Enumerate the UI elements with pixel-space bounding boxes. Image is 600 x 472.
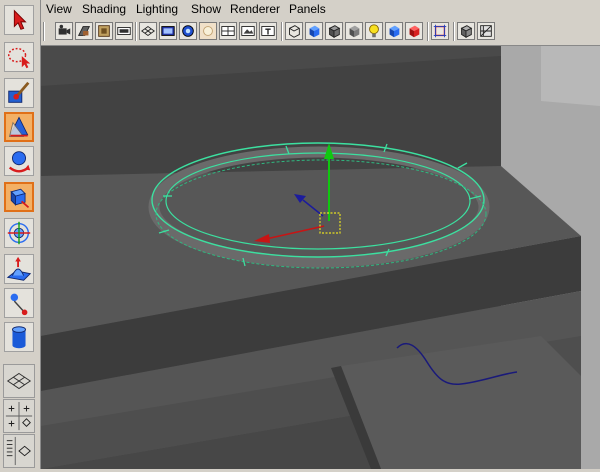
smooth-shade-all-icon bbox=[309, 25, 320, 38]
soft-modification-icon bbox=[6, 256, 32, 281]
rotate-tool-button[interactable] bbox=[4, 146, 34, 176]
use-default-material-button[interactable] bbox=[345, 22, 363, 40]
safe-title-button[interactable] bbox=[259, 22, 277, 40]
gate-mask-button[interactable] bbox=[199, 22, 217, 40]
toolbar-separator bbox=[427, 22, 429, 41]
bookmark-button[interactable] bbox=[95, 22, 113, 40]
background-wall-upper bbox=[541, 46, 600, 106]
wireframe-button[interactable] bbox=[285, 22, 303, 40]
toolbox bbox=[0, 0, 41, 469]
wireframe-icon bbox=[289, 25, 300, 38]
single-pane-layout-button[interactable] bbox=[3, 364, 35, 398]
single-pane-layout-icon bbox=[6, 372, 32, 390]
textured-icon bbox=[409, 25, 420, 38]
select-camera-button[interactable] bbox=[55, 22, 73, 40]
soft-modification-button[interactable] bbox=[4, 254, 34, 284]
xray-button[interactable] bbox=[457, 22, 475, 40]
film-gate-button[interactable] bbox=[159, 22, 177, 40]
toolbar-separator bbox=[135, 22, 137, 41]
gate-mask-icon bbox=[200, 23, 216, 39]
toolbar-separator bbox=[281, 22, 283, 41]
grid-icon bbox=[141, 26, 155, 36]
film-gate-icon bbox=[161, 26, 175, 36]
rotate-tool-icon bbox=[8, 151, 31, 173]
textured-button[interactable] bbox=[405, 22, 423, 40]
universal-manipulator-icon bbox=[7, 221, 31, 245]
universal-manipulator-button[interactable] bbox=[4, 218, 34, 248]
menu-shading[interactable]: Shading bbox=[82, 2, 126, 17]
resolution-gate-icon bbox=[182, 25, 194, 37]
xray-joints-icon bbox=[480, 25, 492, 37]
xray-joints-button[interactable] bbox=[477, 22, 495, 40]
lasso-select-icon bbox=[7, 47, 31, 69]
four-pane-layout-icon bbox=[5, 401, 33, 431]
move-tool-icon bbox=[8, 116, 29, 137]
panel-menu-bar: View Shading Lighting Show Renderer Pane… bbox=[41, 0, 600, 19]
select-tool-button[interactable] bbox=[4, 5, 34, 35]
show-manipulator-icon bbox=[10, 293, 28, 316]
grid-button[interactable] bbox=[139, 22, 157, 40]
safe-action-icon bbox=[241, 26, 255, 36]
camera-attributes-icon bbox=[77, 26, 91, 36]
xray-icon bbox=[460, 25, 473, 39]
safe-action-button[interactable] bbox=[239, 22, 257, 40]
use-all-lights-icon bbox=[369, 24, 379, 38]
last-tool-cylinder-icon bbox=[12, 326, 26, 349]
shadows-icon bbox=[389, 25, 400, 38]
image-plane-button[interactable] bbox=[115, 22, 133, 40]
select-arrow-icon bbox=[13, 9, 27, 30]
outliner-persp-layout-icon bbox=[6, 436, 31, 466]
lasso-tool-button[interactable] bbox=[4, 42, 34, 72]
panel-toolbar bbox=[41, 19, 600, 46]
shadows-button[interactable] bbox=[385, 22, 403, 40]
select-camera-icon bbox=[58, 24, 71, 35]
use-default-material-icon bbox=[349, 25, 360, 38]
wireframe-on-shaded-icon bbox=[328, 25, 341, 39]
menu-lighting[interactable]: Lighting bbox=[136, 2, 178, 17]
menu-panels[interactable]: Panels bbox=[289, 2, 326, 17]
isolate-select-button[interactable] bbox=[431, 22, 449, 40]
menu-show[interactable]: Show bbox=[191, 2, 221, 17]
four-pane-layout-button[interactable] bbox=[3, 399, 35, 433]
show-manipulator-button[interactable] bbox=[4, 288, 34, 318]
last-used-tool-button[interactable] bbox=[4, 322, 34, 352]
scene-canvas bbox=[41, 46, 600, 469]
scale-tool-button[interactable] bbox=[4, 182, 34, 212]
isolate-select-icon bbox=[433, 24, 447, 38]
paint-select-tool-button[interactable] bbox=[4, 78, 34, 108]
perspective-viewport[interactable] bbox=[41, 46, 600, 469]
outliner-persp-layout-button[interactable] bbox=[3, 434, 35, 468]
menu-view[interactable]: View bbox=[46, 2, 72, 17]
paint-select-icon bbox=[8, 81, 30, 103]
field-chart-button[interactable] bbox=[219, 22, 237, 40]
menu-renderer[interactable]: Renderer bbox=[230, 2, 280, 17]
smooth-shade-all-button[interactable] bbox=[305, 22, 323, 40]
wireframe-on-shaded-button[interactable] bbox=[325, 22, 343, 40]
toolbar-separator bbox=[43, 22, 45, 41]
safe-title-icon bbox=[261, 26, 275, 36]
toolbar-separator bbox=[453, 22, 455, 41]
bookmark-icon bbox=[98, 25, 110, 37]
image-plane-icon bbox=[117, 27, 131, 35]
move-tool-button[interactable] bbox=[4, 112, 34, 142]
resolution-gate-button[interactable] bbox=[179, 22, 197, 40]
field-chart-icon bbox=[221, 26, 235, 36]
scale-tool-icon bbox=[10, 188, 30, 209]
use-all-lights-button[interactable] bbox=[365, 22, 383, 40]
camera-attributes-button[interactable] bbox=[75, 22, 93, 40]
